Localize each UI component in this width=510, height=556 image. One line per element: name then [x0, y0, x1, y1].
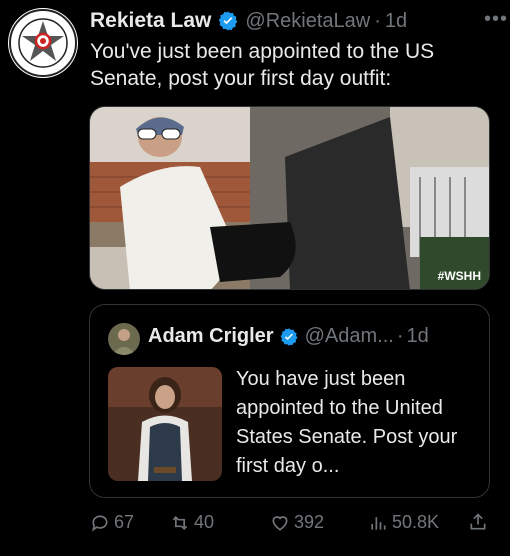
quote-author-name[interactable]: Adam Crigler: [148, 325, 274, 348]
repost-count: 40: [194, 512, 215, 532]
quote-photo-illustration: [108, 367, 222, 481]
separator-dot: ·: [374, 9, 381, 32]
quote-header: Adam Crigler @Adam... · 1d: [148, 325, 429, 348]
repost-icon: [172, 515, 188, 530]
views-chart-icon: [371, 516, 386, 530]
tweet-text: You've just been appointed to the US Sen…: [90, 40, 435, 90]
quoted-tweet[interactable]: Adam Crigler @Adam... · 1d You have just…: [89, 304, 490, 498]
avatar-photo-icon: [108, 323, 140, 355]
tweet-header: Rekieta Law @RekietaLaw · 1d: [90, 6, 500, 36]
reply-button[interactable]: 67: [90, 512, 134, 533]
reply-icon: [92, 514, 108, 532]
views-button[interactable]: 50.8K: [368, 512, 439, 533]
badge-star-logo-icon: [9, 9, 77, 77]
verified-badge-icon: [280, 327, 298, 346]
verified-badge-icon: [219, 11, 238, 31]
separator-dot: ·: [396, 325, 404, 347]
heart-icon: [272, 515, 288, 531]
quote-text: You have just been appointed to the Unit…: [236, 368, 458, 477]
tweet-actions: 67 40 392 50.8K: [90, 512, 500, 542]
reply-count: 67: [114, 512, 135, 532]
author-avatar[interactable]: [8, 8, 78, 78]
share-button[interactable]: [468, 512, 492, 532]
view-count: 50.8K: [392, 512, 440, 532]
quote-author-handle[interactable]: @Adam...: [305, 325, 394, 348]
media-watermark: #WSHH: [437, 269, 481, 283]
share-icon: [470, 513, 486, 530]
author-handle[interactable]: @RekietaLaw: [245, 10, 370, 33]
quote-media-thumbnail[interactable]: [108, 367, 222, 481]
quote-time[interactable]: 1d: [406, 325, 428, 348]
more-options-icon[interactable]: •••: [484, 8, 508, 31]
media-photo-illustration: [90, 107, 489, 289]
like-button[interactable]: 392: [270, 512, 324, 533]
author-name[interactable]: Rekieta Law: [90, 9, 211, 33]
like-count: 392: [294, 512, 325, 532]
quote-author-avatar[interactable]: [108, 323, 140, 355]
repost-button[interactable]: 40: [170, 512, 214, 533]
tweet-time[interactable]: 1d: [385, 10, 407, 33]
tweet-media-image[interactable]: #WSHH: [89, 106, 490, 290]
